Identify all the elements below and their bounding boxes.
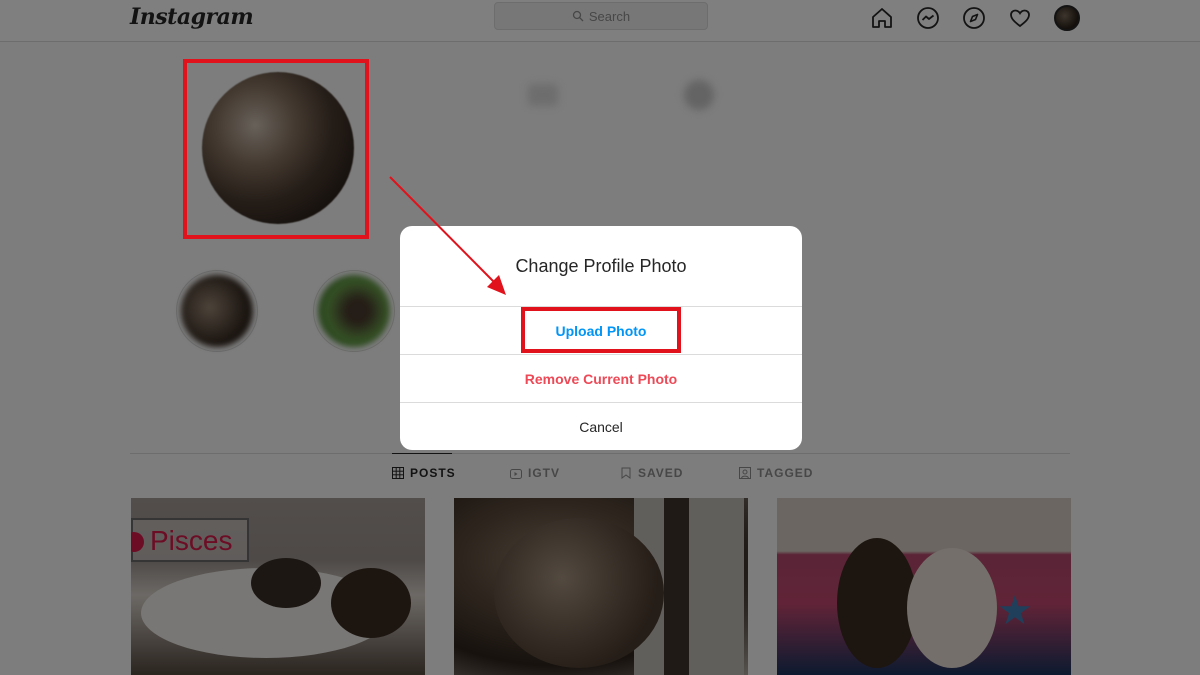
- annotation-box-upload-photo: [521, 307, 681, 353]
- cancel-button[interactable]: Cancel: [400, 402, 802, 450]
- remove-current-photo-button[interactable]: Remove Current Photo: [400, 354, 802, 402]
- annotation-box-profile-picture: [183, 59, 369, 239]
- dialog-title: Change Profile Photo: [515, 255, 687, 276]
